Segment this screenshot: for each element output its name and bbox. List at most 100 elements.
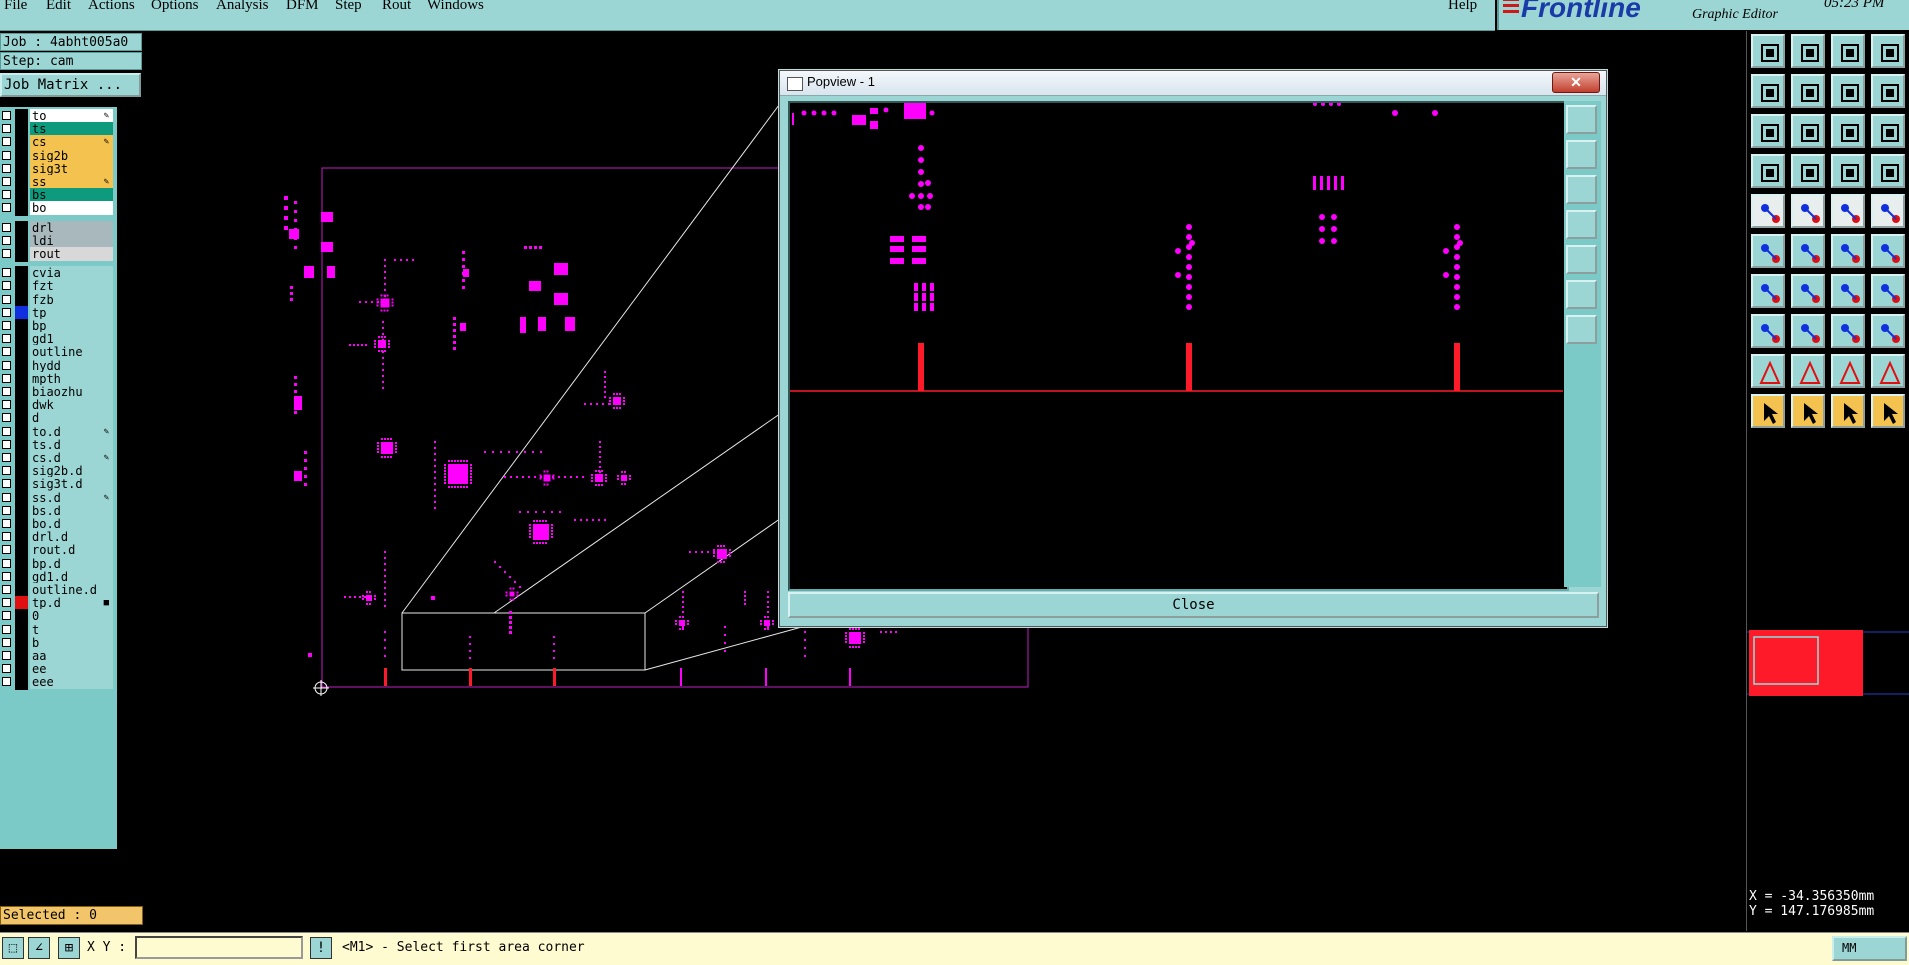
measure-angle-icon[interactable]: ∠ <box>28 937 50 959</box>
layer-checkbox[interactable] <box>2 453 11 462</box>
layer-name[interactable]: ee <box>30 662 113 677</box>
layer-checkbox[interactable] <box>2 426 11 436</box>
dimension-icon[interactable] <box>1831 314 1865 348</box>
menu-dfm[interactable]: DFM <box>286 0 319 14</box>
layer-checkbox[interactable] <box>2 235 11 245</box>
layer-color-swatch[interactable] <box>15 247 28 262</box>
layer-checkbox[interactable] <box>2 505 11 515</box>
text-a-icon[interactable] <box>1791 354 1825 388</box>
text-a-icon[interactable] <box>1871 354 1905 388</box>
layer-name[interactable]: cs ✎ <box>30 135 113 150</box>
layer-name[interactable]: cs.d ✎ <box>30 451 113 465</box>
layer-name[interactable]: ts <box>30 122 113 137</box>
grid-toggle-icon[interactable]: ⊞ <box>58 937 80 959</box>
connect-icon[interactable] <box>1751 234 1785 268</box>
pointer-icon[interactable] <box>1791 394 1825 428</box>
scale-1to2-icon[interactable] <box>1831 114 1865 148</box>
layer-checkbox[interactable] <box>2 400 11 410</box>
pointer-icon[interactable] <box>1831 394 1865 428</box>
pop-zoom-in-icon[interactable] <box>1566 175 1597 204</box>
grid-icon[interactable] <box>1791 154 1825 188</box>
layer-checkbox[interactable] <box>2 334 11 344</box>
layer-checkbox[interactable] <box>2 466 11 476</box>
layer-checkbox[interactable] <box>2 249 11 258</box>
pointer-icon[interactable] <box>1751 394 1785 428</box>
layer-checkbox[interactable] <box>2 294 11 304</box>
layer-name[interactable]: rout <box>30 247 113 261</box>
layer-checkbox[interactable] <box>2 268 11 278</box>
layer-color-swatch[interactable] <box>15 201 28 217</box>
fit-profile-icon[interactable] <box>1791 114 1825 148</box>
layer-checkbox[interactable] <box>2 111 11 120</box>
layer-checkbox[interactable] <box>2 347 11 357</box>
layer-name[interactable]: mpth <box>30 371 113 386</box>
pop-pan-left-icon[interactable] <box>1566 210 1597 239</box>
layer-checkbox[interactable] <box>2 637 11 647</box>
menu-edit[interactable]: Edit <box>46 0 71 14</box>
overview-map[interactable] <box>1747 628 1909 698</box>
job-matrix-button[interactable]: Job Matrix ... <box>0 73 141 97</box>
menu-options[interactable]: Options <box>151 0 199 14</box>
close-icon[interactable]: ✕ <box>1552 72 1600 93</box>
menu-help[interactable]: Help <box>1448 0 1477 14</box>
menu-rout[interactable]: Rout <box>382 0 411 14</box>
text-a-icon[interactable] <box>1831 354 1865 388</box>
layer-name[interactable]: bs <box>30 188 113 203</box>
line-edit-icon[interactable] <box>1791 274 1825 308</box>
layer-name[interactable]: d <box>30 411 113 426</box>
pointer-icon[interactable] <box>1871 394 1905 428</box>
arc-icon[interactable] <box>1831 274 1865 308</box>
layer-name[interactable]: outline <box>30 345 113 360</box>
zoom-out-icon[interactable] <box>1871 74 1905 108</box>
info-icon[interactable]: ! <box>310 937 332 959</box>
line-icon[interactable] <box>1831 234 1865 268</box>
layer-name[interactable]: ts.d <box>30 437 113 452</box>
layer-name[interactable]: aa <box>30 649 113 663</box>
layer-name[interactable]: ldi <box>30 233 113 248</box>
pop-zoom-icon[interactable] <box>1566 105 1597 134</box>
layer-name[interactable]: rout.d <box>30 543 113 558</box>
layer-name[interactable]: sig3t.d <box>30 477 113 492</box>
pcb-layers-icon[interactable] <box>1751 154 1785 188</box>
layer-checkbox[interactable] <box>2 651 11 660</box>
zoom-home-icon[interactable] <box>1831 34 1865 68</box>
layer-name[interactable]: ss ✎ <box>30 175 113 189</box>
layer-name[interactable]: gd1.d <box>30 569 113 584</box>
feature-select-icon[interactable] <box>1751 194 1785 228</box>
layer-color-swatch[interactable] <box>15 675 28 691</box>
layer-checkbox[interactable] <box>2 519 11 528</box>
layer-checkbox[interactable] <box>2 150 11 160</box>
layer-checkbox[interactable] <box>2 321 11 330</box>
layer-checkbox[interactable] <box>2 624 11 634</box>
layer-checkbox[interactable] <box>2 611 11 621</box>
layer-name[interactable]: tp <box>30 305 113 320</box>
zoom-left-icon[interactable] <box>1751 74 1785 108</box>
layer-name[interactable]: b <box>30 635 113 650</box>
menu-step[interactable]: Step <box>335 0 362 14</box>
layer-name[interactable]: ss.d ✎ <box>30 490 113 505</box>
layer-checkbox[interactable] <box>2 532 11 542</box>
snap-icon[interactable] <box>1871 154 1905 188</box>
layer-name[interactable]: gd1 <box>30 332 113 347</box>
layer-checkbox[interactable] <box>2 190 11 200</box>
layer-name[interactable]: eee <box>30 675 113 690</box>
layer-checkbox[interactable] <box>2 281 11 291</box>
layer-name[interactable]: tp.d ■ <box>30 596 113 611</box>
layer-name[interactable]: cvia <box>30 266 113 281</box>
pop-home-icon[interactable] <box>1566 140 1597 169</box>
layer-checkbox[interactable] <box>2 177 11 186</box>
layer-checkbox[interactable] <box>2 677 11 687</box>
layer-name[interactable]: hydd <box>30 358 113 373</box>
pop-center-icon[interactable] <box>1566 315 1597 344</box>
layer-name[interactable]: drl <box>30 220 113 235</box>
layer-name[interactable]: to.d ✎ <box>30 424 113 439</box>
layer-checkbox[interactable] <box>2 545 11 555</box>
cluster-icon[interactable] <box>1871 314 1905 348</box>
layer-checkbox[interactable] <box>2 413 11 423</box>
line-edit-icon[interactable] <box>1791 314 1825 348</box>
layer-checkbox[interactable] <box>2 664 11 674</box>
layer-name[interactable]: bp <box>30 319 113 333</box>
menu-actions[interactable]: Actions <box>88 0 135 14</box>
popview-canvas[interactable] <box>788 101 1569 591</box>
layer-name[interactable]: bs.d <box>30 503 113 518</box>
